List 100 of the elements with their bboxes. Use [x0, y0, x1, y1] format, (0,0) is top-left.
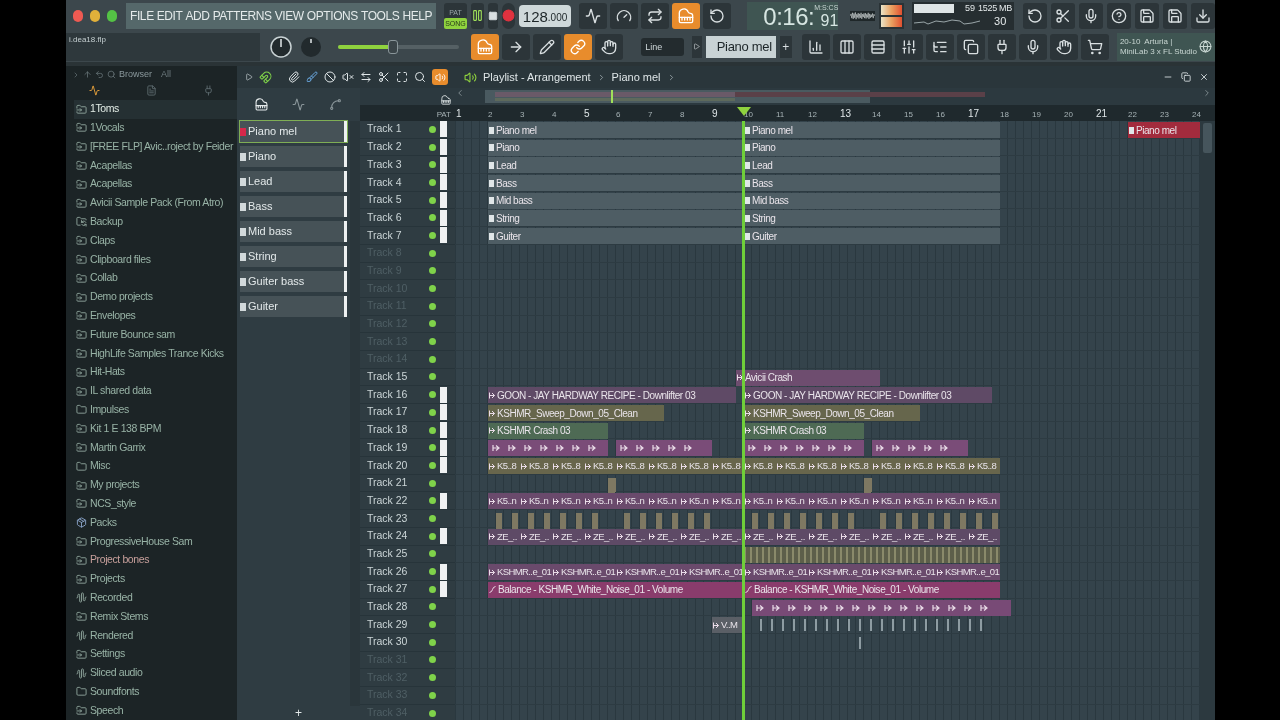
audio-clip[interactable]: GOON - JAY HARDWAY RECIPE - Downlifter 03	[744, 387, 992, 404]
menu-item[interactable]: VIEW	[274, 6, 304, 25]
maximize-icon[interactable]	[107, 9, 117, 22]
track-name[interactable]: Track 18	[360, 422, 426, 438]
audio-clip[interactable]: K5..8	[552, 458, 584, 475]
browser-item[interactable]: Impulses	[74, 400, 237, 420]
track-header[interactable]: Track 16	[360, 386, 455, 404]
file-icon[interactable]	[956, 33, 985, 60]
track-name[interactable]: Track 5	[360, 192, 426, 208]
audio-clip[interactable]	[848, 513, 855, 530]
track-led[interactable]	[429, 550, 436, 558]
track-name[interactable]: Track 15	[360, 369, 426, 385]
track-header[interactable]: Track 22	[360, 492, 455, 511]
browser-item[interactable]: Rendered	[74, 626, 237, 645]
search-icon[interactable]	[107, 70, 116, 80]
track-led[interactable]	[429, 621, 436, 629]
audio-clip[interactable]: K5..8	[872, 458, 904, 475]
audio-clip[interactable]: K5..n	[616, 493, 648, 510]
track-led[interactable]	[429, 196, 436, 204]
track-name[interactable]: Track 1	[360, 121, 426, 138]
audio-clip[interactable]	[560, 513, 567, 530]
browser-item[interactable]: Settings	[74, 644, 237, 664]
browser-item[interactable]: Future Bounce sam	[74, 325, 237, 345]
audio-clip[interactable]	[544, 513, 551, 530]
track-led[interactable]	[429, 285, 436, 293]
plug-icon[interactable]	[987, 33, 1016, 60]
audio-clip[interactable]: ZE_..	[648, 528, 680, 545]
browser-item[interactable]: Acapellas	[74, 174, 237, 194]
track-led[interactable]	[429, 497, 436, 505]
menu-item[interactable]: ADD	[185, 6, 210, 25]
save-icon[interactable]	[1135, 2, 1159, 29]
pattern-clip[interactable]: Lead	[488, 157, 744, 174]
track-lane[interactable]: Bass Bass	[455, 174, 1200, 192]
audio-clip[interactable]	[816, 513, 823, 530]
browser-item[interactable]: Avicii Sample Pack (From Atro)	[74, 193, 237, 213]
project-file-field[interactable]: i.dea18.flp	[66, 32, 261, 61]
audio-clip[interactable]	[896, 513, 903, 530]
browser-item[interactable]: IL shared data	[74, 381, 237, 401]
audio-clip[interactable]: KSHMR..e_01	[488, 564, 552, 581]
audio-clip[interactable]: K5..8	[520, 458, 552, 475]
audio-clip[interactable]	[944, 513, 951, 530]
audio-clip[interactable]: ZE_..	[520, 528, 552, 545]
browser-item[interactable]: 1Toms	[74, 99, 237, 119]
track-led[interactable]	[429, 426, 436, 434]
menu-item[interactable]: HELP	[402, 6, 433, 25]
event-ticks-drawing[interactable]	[859, 636, 862, 649]
audio-clip[interactable]: KSHMR..e_01	[552, 564, 616, 581]
track-led[interactable]	[429, 302, 436, 310]
audio-clip[interactable]: K5..8	[584, 458, 616, 475]
browser-item[interactable]: Misc	[74, 456, 237, 476]
track-name[interactable]: Track 7	[360, 227, 426, 244]
track-led[interactable]	[429, 532, 436, 540]
track-header[interactable]: Track 29	[360, 616, 455, 634]
link-icon[interactable]	[564, 33, 593, 60]
audio-clip[interactable]: KSHMR..e_01	[808, 564, 872, 581]
track-header[interactable]: Track 23	[360, 510, 455, 528]
add-button[interactable]: +	[295, 706, 302, 720]
channel-item[interactable]: Bass	[240, 196, 347, 217]
audio-clip[interactable]: ZE_..	[776, 528, 808, 545]
track-led[interactable]	[429, 391, 436, 399]
track-name[interactable]: Track 16	[360, 386, 426, 403]
channel-item[interactable]: String	[240, 246, 347, 267]
track-lane[interactable]: KSHMR Crash 03 KSHMR Crash 03	[455, 421, 1200, 440]
audio-clip[interactable]: K5..n	[840, 493, 872, 510]
track-name[interactable]: Track 24	[360, 528, 426, 545]
audio-clip[interactable]: K5..8	[936, 458, 968, 475]
browser-item[interactable]: Recorded	[74, 588, 237, 608]
automation-clip[interactable]: Balance - KSHMR_White_Noise_01 - Volume	[488, 581, 744, 598]
track-led[interactable]	[429, 231, 436, 239]
audio-clip[interactable]	[752, 513, 759, 530]
audio-clip[interactable]: KSHMR Crash 03	[744, 422, 864, 439]
waveform-icon[interactable]	[89, 85, 100, 97]
track-name[interactable]: Track 2	[360, 139, 426, 155]
track-led[interactable]	[429, 568, 436, 576]
audio-clip[interactable]	[592, 513, 599, 530]
audio-clip[interactable]: ZE_..	[488, 528, 520, 545]
pattern-clip[interactable]: String	[488, 210, 744, 227]
pattern-select[interactable]: Piano mel	[706, 35, 776, 58]
track-lane[interactable]: ZE_.. ZE_.. ZE_.. ZE_.. ZE_.. ZE_.. ZE_.. ZE_.. ZE_.. ZE_.. ZE_.. ZE_.. ZE_.. ZE_.. ZE_.. ZE_..	[455, 527, 1200, 546]
track-led[interactable]	[429, 514, 436, 522]
track-lane[interactable]: Guiter Guiter	[455, 227, 1200, 245]
audio-clip[interactable]	[960, 513, 967, 530]
track-led[interactable]	[429, 320, 436, 328]
cart-icon[interactable]	[1080, 33, 1109, 60]
undo-icon[interactable]	[1023, 2, 1047, 29]
track-header[interactable]: Track 6	[360, 209, 455, 228]
track-lane[interactable]: KSHMR_Sweep_Down_05_Clean KSHMR_Sweep_Down_05_Clean	[455, 404, 1200, 422]
scroll-right-icon[interactable]	[1202, 88, 1212, 98]
track-lane[interactable]: V..M	[455, 616, 1200, 634]
browser-item[interactable]: Packs	[74, 513, 237, 533]
audio-clip[interactable]: K5..n	[520, 493, 552, 510]
audio-clip[interactable]: K5..n	[808, 493, 840, 510]
audio-clip[interactable]: KSHMR_Sweep_Down_05_Clean	[488, 405, 664, 421]
audio-clip[interactable]: K5..n	[648, 493, 680, 510]
audio-clip[interactable]: ZE_..	[840, 528, 872, 545]
browser-item[interactable]: Clipboard files	[74, 250, 237, 269]
pause-button[interactable]	[470, 2, 484, 29]
audio-clip[interactable]: K5..8	[488, 458, 520, 475]
track-header[interactable]: Track 1	[360, 121, 455, 139]
audio-clip[interactable]: K5..n	[776, 493, 808, 510]
